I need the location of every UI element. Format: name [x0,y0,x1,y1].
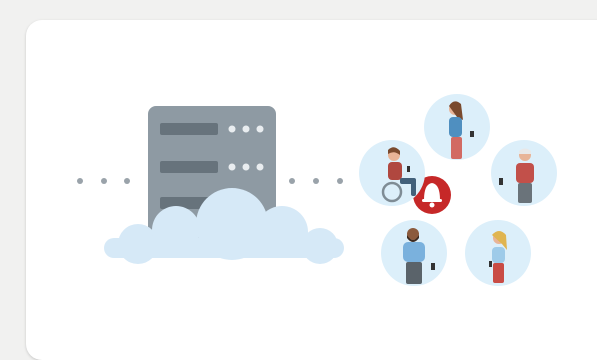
left-connector-dots [77,178,130,184]
person-bearded-man-avatar [381,220,447,286]
illustration-card [26,20,597,360]
truncated-heading-text: … … … … … … … … … … … … … … … … … [30,4,309,13]
person-girl-avatar [465,220,531,286]
person-wheelchair-avatar [359,140,425,206]
notification-illustration [77,94,557,286]
right-connector-dots [289,178,343,184]
person-woman-top-avatar [424,94,490,160]
person-older-man-avatar [491,140,557,206]
cloud-icon [104,188,344,264]
